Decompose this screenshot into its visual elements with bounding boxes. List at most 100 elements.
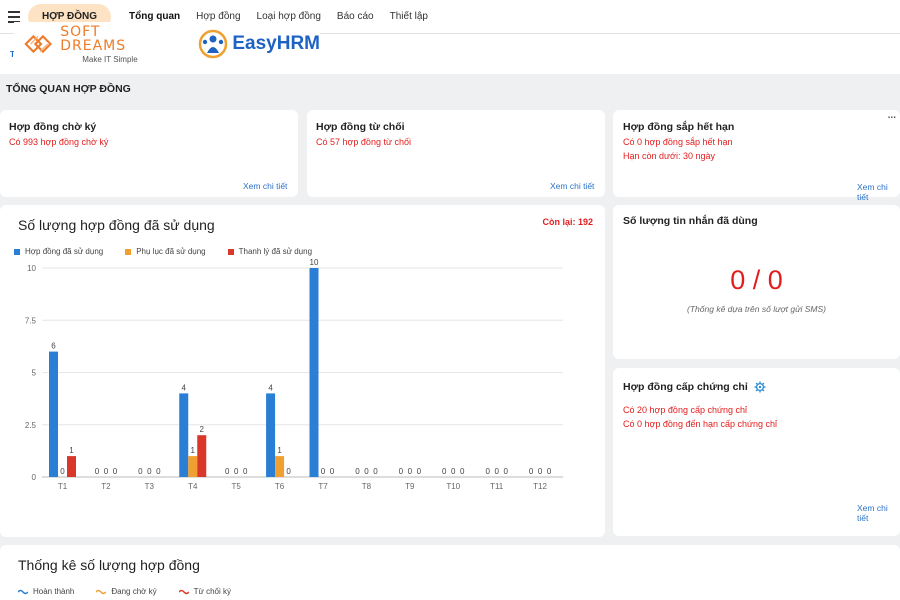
bar	[197, 435, 207, 477]
card-title: Hợp đồng từ chối	[316, 121, 405, 133]
expiry-threshold-text: Hạn còn dưới: 30 ngày	[623, 151, 715, 161]
certificate-count-text: Có 20 hợp đồng cấp chứng chỉ	[623, 405, 748, 415]
data-label: 0	[364, 467, 369, 476]
data-label: 0	[408, 467, 413, 476]
nav-settings[interactable]: Thiết lập	[390, 11, 428, 22]
x-tick-label: T12	[533, 482, 547, 491]
data-label: 1	[191, 446, 196, 455]
nav-reports[interactable]: Báo cáo	[337, 11, 374, 22]
x-tick-label: T11	[490, 482, 504, 491]
data-label: 0	[95, 467, 100, 476]
y-tick-label: 7.5	[25, 316, 37, 325]
x-tick-label: T6	[275, 482, 285, 491]
certificate-contracts-card: Hợp đồng cấp chứng chỉ Có 20 hợp đồng cấ…	[613, 368, 900, 536]
pending-count-text: Có 993 hợp đồng chờ ký	[9, 137, 109, 147]
sms-usage-value: 0 / 0	[730, 265, 783, 295]
data-label: 0	[104, 467, 109, 476]
card-title: Hợp đồng sắp hết hạn	[623, 121, 735, 133]
certificate-due-text: Có 0 hợp đồng đến hạn cấp chứng chỉ	[623, 419, 778, 429]
nav-overview[interactable]: Tổng quan	[129, 11, 180, 22]
x-tick-label: T1	[58, 482, 68, 491]
data-label: 0	[529, 467, 534, 476]
legend-label: Đang chờ ký	[111, 587, 157, 596]
expiring-count-text: Có 0 hợp đồng sắp hết hạn	[623, 137, 733, 147]
data-label: 0	[417, 467, 422, 476]
sms-usage-card: Số lượng tin nhắn đã dùng 0 / 0 (Thống k…	[613, 205, 900, 359]
legend-label: Hoàn thành	[33, 587, 75, 596]
logo-banner: SOFT DREAMS Make IT Simple EasyHRM	[14, 22, 320, 66]
more-options-icon[interactable]: ...	[888, 110, 896, 121]
wave-icon	[18, 589, 28, 594]
data-label: 0	[442, 467, 447, 476]
data-label: 0	[538, 467, 543, 476]
pending-contracts-card: Hợp đồng chờ ký Có 993 hợp đồng chờ ký X…	[0, 110, 298, 197]
data-label: 1	[69, 446, 74, 455]
data-label: 0	[399, 467, 404, 476]
bar	[266, 393, 276, 477]
data-label: 4	[268, 383, 273, 392]
rejected-contracts-card: Hợp đồng từ chối Có 57 hợp đồng từ chối …	[307, 110, 605, 197]
nav-contract-types[interactable]: Loại hợp đồng	[257, 11, 321, 22]
wave-icon	[178, 589, 189, 594]
data-label: 0	[234, 467, 239, 476]
data-label: 0	[60, 467, 65, 476]
x-tick-label: T7	[318, 482, 328, 491]
expiring-details-link[interactable]: Xem chi tiết	[857, 182, 900, 202]
data-label: 2	[200, 425, 205, 434]
legend-label: Từ chối ký	[193, 587, 232, 596]
nav-contracts[interactable]: Hợp đồng	[196, 11, 240, 22]
rejected-count-text: Có 57 hợp đồng từ chối	[316, 137, 411, 147]
data-label: 0	[321, 467, 326, 476]
data-label: 0	[147, 467, 152, 476]
data-label: 0	[494, 467, 499, 476]
data-label: 0	[485, 467, 490, 476]
x-tick-label: T8	[362, 482, 372, 491]
easyhrm-logo-icon	[199, 29, 228, 59]
data-label: 0	[330, 467, 335, 476]
data-label: 0	[243, 467, 248, 476]
data-label: 0	[138, 467, 143, 476]
bar	[188, 456, 198, 477]
contract-stats-card: Thống kê số lượng hợp đồng Hoàn thành Đa…	[0, 545, 900, 600]
data-label: 0	[451, 467, 456, 476]
data-label: 0	[113, 467, 118, 476]
x-tick-label: T3	[145, 482, 155, 491]
y-tick-label: 2.5	[25, 421, 37, 430]
contract-usage-bar-chart: 02.557.510601T10 0 0T20 0 0T3412T40 0 0T5410T6…	[25, 258, 563, 491]
legend-item[interactable]: Hoàn thành	[18, 587, 74, 596]
pending-details-link[interactable]: Xem chi tiết	[243, 181, 287, 191]
y-tick-label: 10	[27, 264, 36, 273]
data-label: 6	[51, 342, 56, 351]
easyhrm-name: EasyHRM	[232, 33, 320, 54]
data-label: 0	[156, 467, 161, 476]
gear-icon[interactable]	[754, 381, 766, 393]
x-tick-label: T10	[446, 482, 460, 491]
data-label: 0	[547, 467, 552, 476]
bar	[179, 393, 189, 477]
expiring-contracts-card: Hợp đồng sắp hết hạn ... Có 0 hợp đồng s…	[613, 110, 900, 202]
data-label: 10	[310, 258, 319, 267]
bar	[275, 456, 285, 477]
main-nav: Tổng quan Hợp đồng Loại hợp đồng Báo cáo…	[129, 11, 428, 22]
data-label: 0	[355, 467, 360, 476]
card-title: Hợp đồng chờ ký	[9, 121, 97, 133]
stats-title: Thống kê số lượng hợp đồng	[18, 557, 200, 573]
bar	[49, 351, 58, 477]
data-label: 0	[225, 467, 230, 476]
card-title: Hợp đồng cấp chứng chỉ	[623, 381, 748, 393]
softdreams-logo: SOFT DREAMS Make IT Simple	[22, 25, 166, 64]
softdreams-name: SOFT DREAMS	[60, 23, 127, 54]
contract-usage-chart-card: Số lượng hợp đồng đã sử dụng Còn lại: 19…	[0, 205, 605, 537]
rejected-details-link[interactable]: Xem chi tiết	[550, 181, 594, 191]
x-tick-label: T4	[188, 482, 198, 491]
legend-item[interactable]: Từ chối ký	[178, 587, 232, 596]
sms-note: (Thống kê dựa trên số lượt gửi SMS)	[687, 304, 826, 314]
softdreams-tagline: Make IT Simple	[82, 54, 138, 64]
legend-item[interactable]: Đang chờ ký	[96, 587, 157, 596]
y-tick-label: 5	[32, 369, 37, 378]
easyhrm-logo: EasyHRM	[196, 29, 320, 59]
certificate-details-link[interactable]: Xem chi tiết	[857, 503, 900, 523]
softdreams-logo-icon	[24, 34, 52, 54]
card-title: Số lượng tin nhắn đã dùng	[623, 215, 758, 227]
data-label: 0	[373, 467, 378, 476]
